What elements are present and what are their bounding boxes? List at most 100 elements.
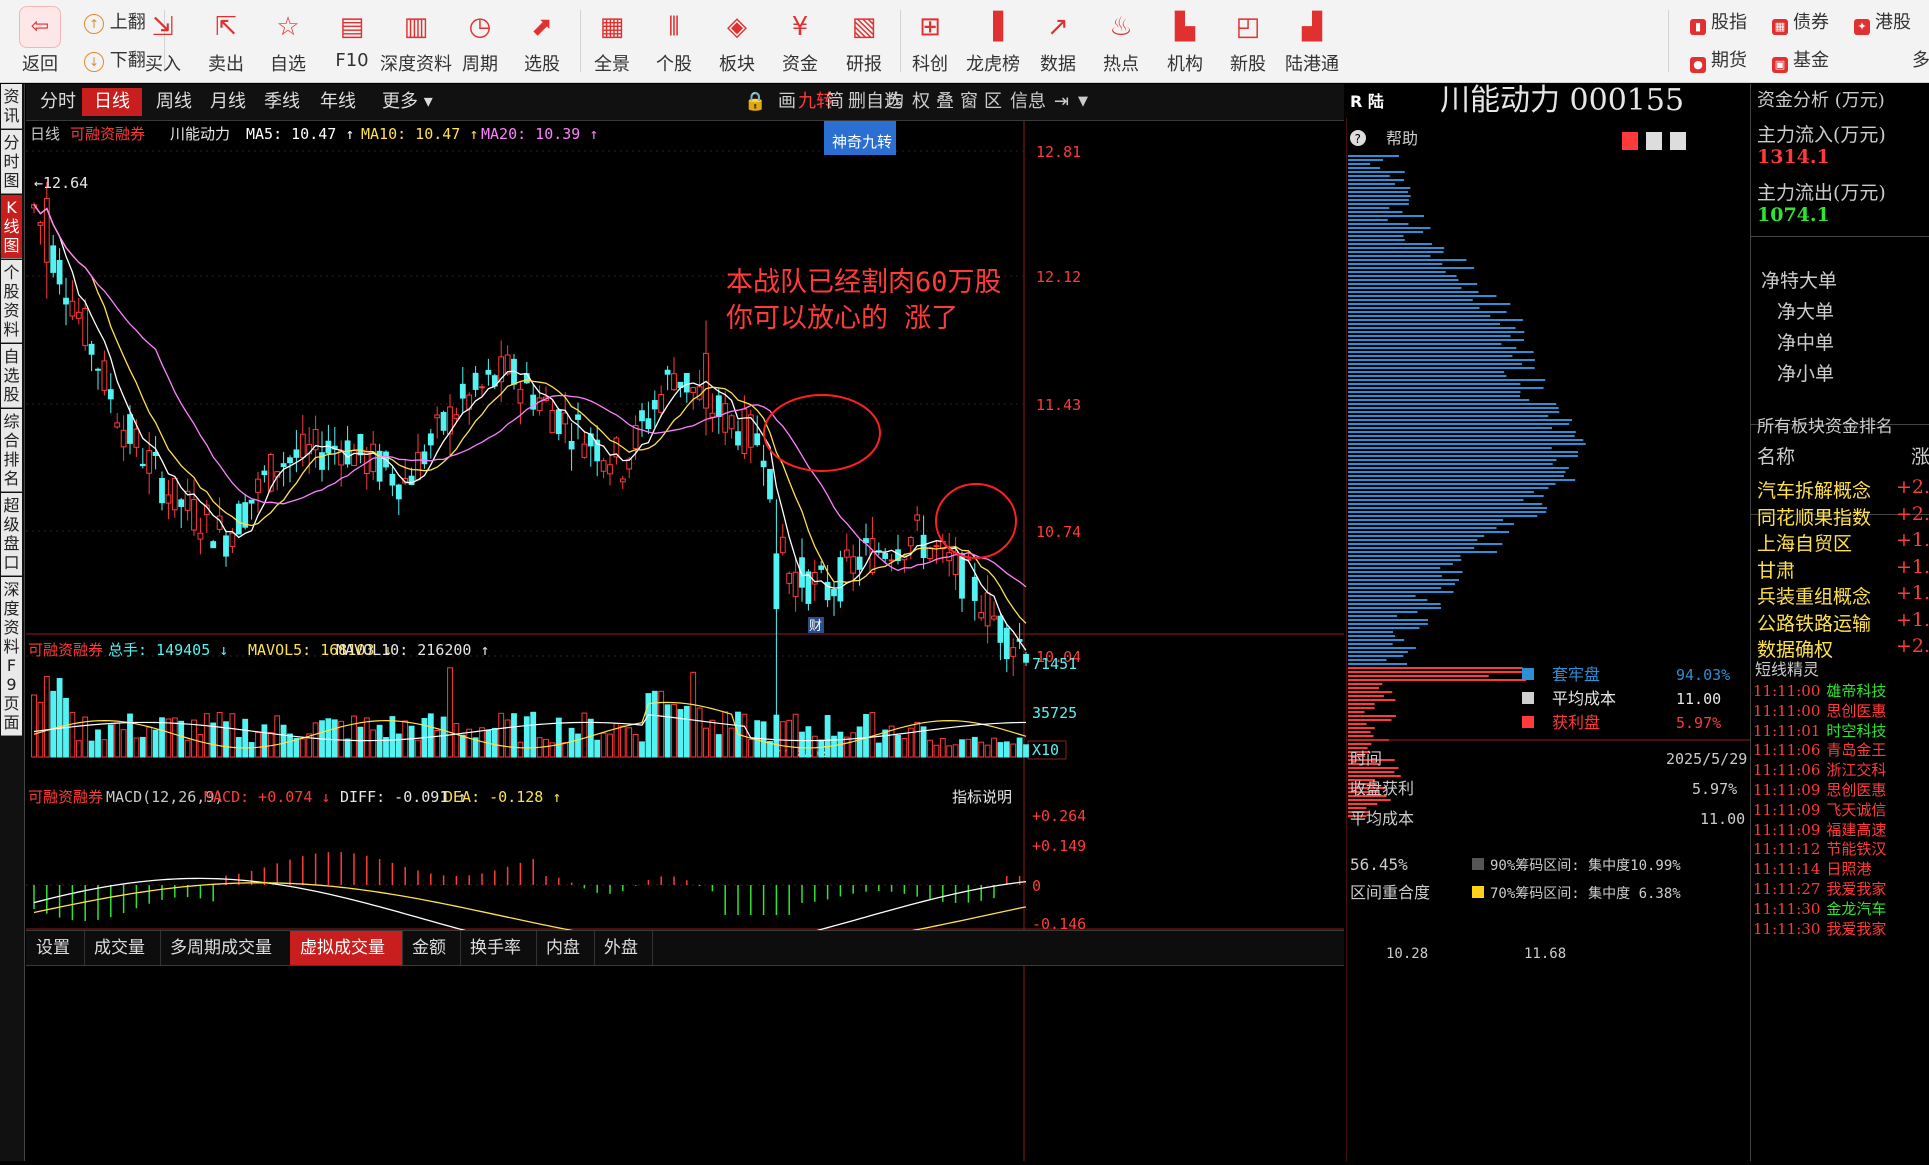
elf-item[interactable]: 11:11:27 我爱我家 — [1753, 878, 1929, 899]
elf-item[interactable]: 11:11:00 思创医惠 — [1753, 700, 1929, 721]
candle-body — [472, 372, 479, 390]
chart-tool-4[interactable]: 均 — [886, 88, 904, 116]
toolbar-button-label: 龙虎榜 — [966, 54, 1020, 75]
period-tab-6[interactable]: 更多 ▾ — [370, 88, 445, 116]
legend-value: 94.03% — [1676, 666, 1730, 684]
sub-tab-5[interactable]: 换手率 — [460, 931, 537, 965]
left-tab-4[interactable]: 自选股 — [1, 344, 22, 408]
chip-prev-button[interactable] — [1646, 132, 1662, 150]
volume-bar — [466, 728, 473, 758]
elf-item[interactable]: 11:11:01 时空科技 — [1753, 720, 1929, 741]
toolbar-button-hk-connect[interactable]: ▟ 陆港通 — [1274, 0, 1350, 82]
volume-bar — [818, 739, 825, 758]
elf-item[interactable]: 11:11:06 青岛金王 — [1753, 739, 1929, 760]
ipo-icon: ◰ — [1235, 12, 1261, 42]
period-tab-4[interactable]: 季线 — [252, 88, 312, 116]
help-button[interactable]: ? — [1350, 130, 1366, 146]
chart-tool-9[interactable]: 信息 — [1010, 88, 1046, 116]
sector-name[interactable]: 上海自贸区 — [1757, 529, 1852, 556]
bond-button[interactable]: ▦ 债券 — [1772, 8, 1829, 35]
toolbar-button-report[interactable]: ▧ 研报 — [826, 0, 902, 82]
elf-item[interactable]: 11:11:09 飞天诚信 — [1753, 799, 1929, 820]
pin-icon[interactable]: ⇥ — [1054, 88, 1069, 116]
fund-button[interactable]: ▣ 基金 — [1772, 46, 1829, 73]
chip-color-toggle[interactable] — [1622, 132, 1638, 150]
hk-stock-button[interactable]: ✦ 港股 — [1854, 8, 1911, 35]
chart-tool-2[interactable]: 简 — [826, 88, 844, 116]
left-tab-6[interactable]: 超级盘口 — [1, 493, 22, 576]
sector-name[interactable]: 兵装重组概念 — [1757, 582, 1871, 609]
elf-stock: 青岛金王 — [1826, 741, 1887, 760]
elf-item[interactable]: 11:11:09 思创医惠 — [1753, 779, 1929, 800]
elf-item[interactable]: 11:11:30 金龙汽车 — [1753, 898, 1929, 919]
sector-name[interactable]: 汽车拆解概念 — [1757, 476, 1871, 503]
volume-bar — [31, 694, 37, 758]
toolbar-button-label: 自选 — [270, 54, 306, 75]
index-button[interactable]: ▮ 股指 — [1690, 8, 1747, 35]
legend-swatch — [1522, 716, 1534, 728]
volume-bar — [984, 744, 991, 758]
sub-tab-1[interactable]: 成交量 — [84, 931, 161, 965]
more-button[interactable]: 多 — [1912, 46, 1929, 72]
left-tab-0[interactable]: 资讯 — [1, 84, 22, 129]
volume-bar — [562, 742, 569, 758]
volume-bar — [146, 726, 153, 758]
sub-tab-7[interactable]: 外盘 — [594, 931, 653, 965]
period-tab-0[interactable]: 分时 — [28, 88, 88, 116]
lock-icon[interactable]: 🔒 — [744, 88, 766, 116]
volume-bar — [978, 741, 985, 758]
chart-tool-7[interactable]: 窗 — [960, 88, 978, 116]
volume-bar — [267, 732, 274, 758]
chart-tool-5[interactable]: 权 — [912, 88, 930, 116]
futures-button[interactable]: ● 期货 — [1690, 46, 1747, 73]
sector-change: +2. — [1895, 476, 1929, 498]
sector-name[interactable]: 甘肃 — [1757, 556, 1795, 583]
period-tab-1[interactable]: 日线 — [82, 88, 142, 116]
macd-tick: +0.149 — [1032, 837, 1086, 855]
elf-time: 11:11:09 — [1753, 820, 1821, 839]
jiuzhuan-button[interactable]: 神奇九转 — [824, 101, 896, 155]
candle-body — [146, 450, 153, 474]
back-button[interactable]: ⇦ 返回 — [12, 0, 68, 76]
candle-body — [850, 556, 857, 574]
period-tab-3[interactable]: 月线 — [198, 88, 258, 116]
price-tick: 10.74 — [1036, 523, 1081, 541]
elf-item[interactable]: 11:11:30 我爱我家 — [1753, 918, 1929, 939]
chart-tool-6[interactable]: 叠 — [936, 88, 954, 116]
chip-next-button[interactable] — [1670, 132, 1686, 150]
elf-item[interactable]: 11:11:12 节能铁汉 — [1753, 838, 1929, 859]
dropdown-icon[interactable]: ▼ — [1078, 88, 1088, 116]
left-tab-2[interactable]: K线图 — [1, 195, 22, 259]
sector-name[interactable]: 同花顺果指数 — [1757, 503, 1871, 530]
elf-item[interactable]: 11:11:00 雄帝科技 — [1753, 680, 1929, 701]
chart-tool-8[interactable]: 区 — [984, 88, 1002, 116]
sub-tab-0[interactable]: 设置 — [26, 931, 85, 965]
elf-item[interactable]: 11:11:06 浙江交科 — [1753, 759, 1929, 780]
elf-item[interactable]: 11:11:14 日照港 — [1753, 858, 1929, 879]
sub-tab-4[interactable]: 金额 — [402, 931, 461, 965]
volume-bar — [651, 690, 658, 758]
volume-bar — [299, 738, 306, 758]
finance-tag[interactable]: 财 — [808, 617, 824, 634]
toolbar-button-stock-picker[interactable]: ⬈ 选股 — [504, 0, 580, 82]
period-tab-5[interactable]: 年线 — [308, 88, 368, 116]
sub-tab-2[interactable]: 多周期成交量 — [160, 931, 291, 965]
elf-item[interactable]: 11:11:09 福建高速 — [1753, 819, 1929, 840]
sub-tab-6[interactable]: 内盘 — [536, 931, 595, 965]
sector-name[interactable]: 公路铁路运输 — [1757, 609, 1871, 636]
chart-tool-0[interactable]: 画 — [778, 88, 796, 116]
elf-time: 11:11:14 — [1753, 860, 1821, 879]
left-tab-3[interactable]: 个股资料 — [1, 260, 22, 343]
left-tab-1[interactable]: 分时图 — [1, 130, 22, 194]
indicator-explain-link[interactable]: 指标说明 — [952, 788, 1012, 806]
candle-body — [235, 503, 242, 535]
volume-bar — [959, 739, 965, 758]
volume-bar — [139, 736, 146, 758]
volume-bar — [56, 678, 63, 758]
left-tab-5[interactable]: 综合排名 — [1, 409, 22, 492]
period-tab-2[interactable]: 周线 — [144, 88, 204, 116]
candle-body — [280, 463, 287, 468]
left-tab-7[interactable]: 深度资料F9页面 — [1, 577, 22, 736]
sub-tab-3[interactable]: 虚拟成交量 — [290, 931, 403, 965]
toolbar-button-label: 新股 — [1230, 54, 1266, 75]
